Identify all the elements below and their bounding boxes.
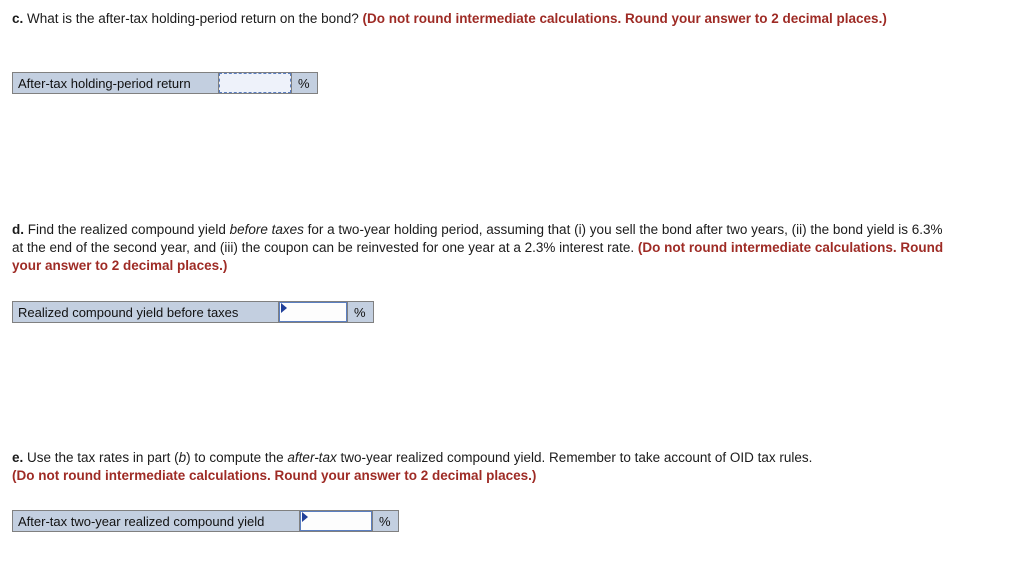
question-c-emphasis: (Do not round intermediate calculations.… — [362, 11, 887, 26]
question-c-text: c. What is the after-tax holding-period … — [12, 10, 957, 28]
question-c-label: c. — [12, 11, 24, 26]
question-c: c. What is the after-tax holding-period … — [12, 10, 957, 94]
question-e-body-3: two-year realized compound yield. Rememb… — [336, 450, 813, 465]
question-d-body-1: Find the realized compound yield — [24, 222, 230, 237]
answer-label-c: After-tax holding-period return — [13, 73, 219, 93]
answer-input-e[interactable] — [300, 511, 372, 531]
question-e-italic-1: b — [178, 450, 187, 465]
question-d-italic-1: before taxes — [229, 222, 304, 237]
question-e-label: e. — [12, 450, 24, 465]
question-d: d. Find the realized compound yield befo… — [12, 221, 957, 323]
question-e-text: e. Use the tax rates in part (b) to comp… — [12, 449, 957, 485]
question-d-label: d. — [12, 222, 24, 237]
answer-row-c: After-tax holding-period return % — [12, 72, 318, 94]
question-c-body: What is the after-tax holding-period ret… — [23, 11, 363, 26]
question-e-body-2: ) to compute the — [186, 450, 288, 465]
answer-unit-d: % — [347, 302, 373, 322]
answer-unit-e: % — [372, 511, 398, 531]
answer-row-d: Realized compound yield before taxes % — [12, 301, 374, 323]
question-e-italic-2: after-tax — [287, 450, 337, 465]
question-e: e. Use the tax rates in part (b) to comp… — [12, 449, 957, 532]
text-caret-icon — [281, 303, 287, 313]
question-e-body-1: Use the tax rates in part ( — [23, 450, 179, 465]
worksheet-page: c. What is the after-tax holding-period … — [0, 0, 1024, 584]
answer-unit-c: % — [291, 73, 317, 93]
answer-input-c[interactable] — [219, 73, 291, 93]
answer-input-d[interactable] — [279, 302, 347, 322]
answer-label-e: After-tax two-year realized compound yie… — [13, 511, 300, 531]
answer-label-d: Realized compound yield before taxes — [13, 302, 279, 322]
text-caret-icon — [302, 512, 308, 522]
question-e-emphasis: (Do not round intermediate calculations.… — [12, 468, 537, 483]
answer-row-e: After-tax two-year realized compound yie… — [12, 510, 399, 532]
question-d-text: d. Find the realized compound yield befo… — [12, 221, 957, 275]
